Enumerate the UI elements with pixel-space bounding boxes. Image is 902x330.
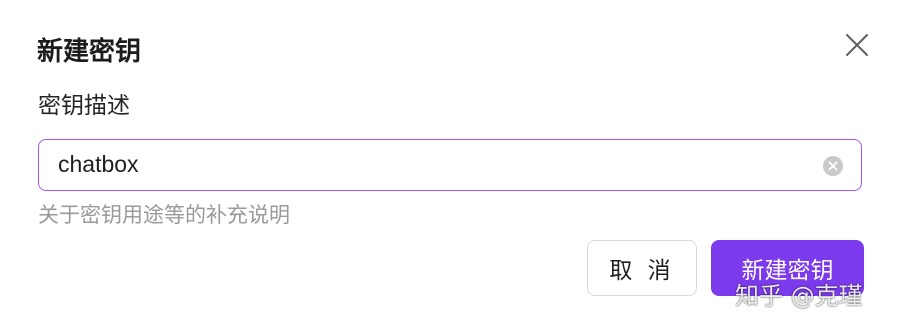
key-description-input[interactable] [58, 140, 798, 189]
close-button[interactable] [838, 26, 876, 64]
create-key-dialog: 新建密钥 密钥描述 关于密钥用途等的补充说明 取 消 新建密钥 知乎 @克瑾 [0, 0, 902, 330]
helper-text: 关于密钥用途等的补充说明 [38, 203, 290, 227]
clear-circle-icon [828, 161, 838, 171]
dialog-title: 新建密钥 [37, 37, 142, 67]
key-description-input-wrapper[interactable] [38, 139, 862, 191]
cancel-button[interactable]: 取 消 [587, 240, 697, 296]
close-icon [846, 34, 868, 56]
key-description-label: 密钥描述 [38, 93, 130, 119]
create-key-button[interactable]: 新建密钥 [711, 240, 864, 296]
clear-input-button[interactable] [823, 156, 843, 176]
